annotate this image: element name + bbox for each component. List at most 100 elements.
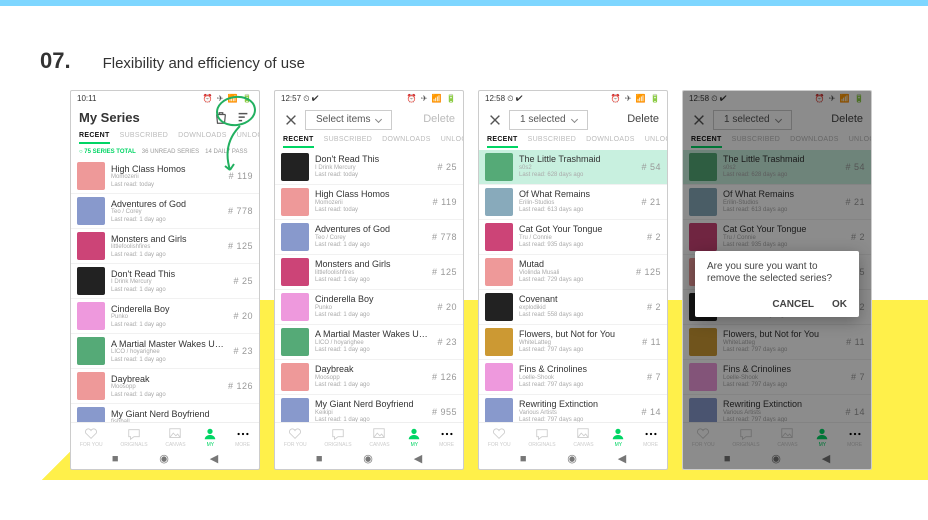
tab-recent[interactable]: RECENT: [691, 136, 722, 148]
chevron-down-icon: [775, 116, 782, 123]
series-row[interactable]: Of What RemainsErilin-StudiosLast read: …: [683, 185, 871, 220]
series-row[interactable]: Cat Got Your TongueTru / ConnieLast read…: [683, 220, 871, 255]
series-row[interactable]: High Class HomosMomozeriiLast read: toda…: [275, 185, 463, 220]
series-author: Teo / Corey: [111, 209, 222, 216]
tab-downloads[interactable]: DOWNLOADS: [382, 136, 431, 148]
select-dropdown[interactable]: 1 selected: [713, 110, 792, 130]
sysnav-recent[interactable]: ■: [316, 453, 323, 466]
nav-more[interactable]: MORE: [847, 427, 862, 448]
series-row[interactable]: Cinderella BoyPunkoLast read: 1 day ago#…: [71, 299, 259, 334]
tab-subscribed[interactable]: SUBSCRIBED: [324, 136, 373, 148]
tab-unlocked[interactable]: UNLOCKED: [849, 136, 872, 148]
nav-originals[interactable]: ORIGINALS: [324, 427, 351, 448]
series-row[interactable]: CovenantexplodikidLast read: 558 days ag…: [479, 290, 667, 325]
series-list[interactable]: High Class HomosMomozeriiLast read: toda…: [71, 159, 259, 422]
series-row[interactable]: Adventures of GodTeo / CoreyLast read: 1…: [71, 194, 259, 229]
close-icon[interactable]: [691, 112, 707, 128]
series-row[interactable]: Monsters and GirlslittlefoolishfiresLast…: [275, 255, 463, 290]
close-icon[interactable]: [487, 112, 503, 128]
nav-originals[interactable]: ORIGINALS: [732, 427, 759, 448]
series-row[interactable]: Adventures of GodTeo / CoreyLast read: 1…: [275, 220, 463, 255]
close-icon[interactable]: [283, 112, 299, 128]
nav-more[interactable]: MORE: [235, 427, 250, 448]
tab-subscribed[interactable]: SUBSCRIBED: [120, 132, 169, 144]
series-row[interactable]: Flowers, but Not for YouWhiteLattegLast …: [683, 325, 871, 360]
tab-unlocked[interactable]: UNLOCKED: [237, 132, 260, 144]
series-row[interactable]: Fins & CrinolinesLoelle-ShookLast read: …: [479, 360, 667, 395]
sysnav-back[interactable]: ◀: [618, 453, 626, 466]
select-dropdown[interactable]: Select items: [305, 110, 392, 130]
series-row[interactable]: Rewriting ExtinctionVarious ArtistsLast …: [479, 395, 667, 422]
series-row[interactable]: MutadViolinda MusaliLast read: 729 days …: [479, 255, 667, 290]
series-row[interactable]: A Martial Master Wakes Up as…LICO / hoya…: [71, 334, 259, 369]
sysnav-recent[interactable]: ■: [520, 453, 527, 466]
sort-icon[interactable]: [235, 110, 251, 126]
tab-recent[interactable]: RECENT: [79, 132, 110, 144]
summary-unread: 36 UNREAD SERIES: [142, 149, 199, 156]
series-row[interactable]: The Little Trashmaids0s2Last read: 628 d…: [683, 150, 871, 185]
tab-recent[interactable]: RECENT: [487, 136, 518, 148]
series-author: Loelle-Shook: [519, 375, 641, 382]
sysnav-back[interactable]: ◀: [210, 453, 218, 466]
trash-icon[interactable]: [213, 110, 229, 126]
nav-canvas[interactable]: CANVAS: [369, 427, 389, 448]
nav-foryou[interactable]: FOR YOU: [692, 427, 715, 448]
series-row[interactable]: Don't Read ThisI Drink MercuryLast read:…: [71, 264, 259, 299]
nav-more[interactable]: MORE: [643, 427, 658, 448]
nav-foryou[interactable]: FOR YOU: [284, 427, 307, 448]
series-row[interactable]: Of What RemainsErilin-StudiosLast read: …: [479, 185, 667, 220]
nav-canvas[interactable]: CANVAS: [777, 427, 797, 448]
series-row[interactable]: Monsters and GirlslittlefoolishfiresLast…: [71, 229, 259, 264]
tab-subscribed[interactable]: SUBSCRIBED: [732, 136, 781, 148]
nav-foryou[interactable]: FOR YOU: [488, 427, 511, 448]
series-row[interactable]: Cinderella BoyPunkoLast read: 1 day ago#…: [275, 290, 463, 325]
tab-recent[interactable]: RECENT: [283, 136, 314, 148]
nav-my[interactable]: MY: [611, 427, 625, 448]
series-row[interactable]: The Little Trashmaids0s2Last read: 628 d…: [479, 150, 667, 185]
sysnav-recent[interactable]: ■: [724, 453, 731, 466]
series-row[interactable]: DaybreakMoosoppLast read: 1 day ago# 126: [275, 360, 463, 395]
nav-more[interactable]: MORE: [439, 427, 454, 448]
nav-canvas[interactable]: CANVAS: [165, 427, 185, 448]
tab-unlocked[interactable]: UNLOCKED: [645, 136, 668, 148]
sysnav-recent[interactable]: ■: [112, 453, 119, 466]
series-row[interactable]: My Giant Nerd BoyfriendKeikipiLast read:…: [275, 395, 463, 422]
series-list[interactable]: Don't Read ThisI Drink MercuryLast read:…: [275, 150, 463, 422]
tab-unlocked[interactable]: UNLOCKED: [441, 136, 464, 148]
series-row[interactable]: High Class HomosMomozeriiLast read: toda…: [71, 159, 259, 194]
sysnav-back[interactable]: ◀: [414, 453, 422, 466]
series-author: s0s2: [723, 165, 839, 172]
sysnav-back[interactable]: ◀: [822, 453, 830, 466]
nav-foryou[interactable]: FOR YOU: [80, 427, 103, 448]
series-row[interactable]: Don't Read ThisI Drink MercuryLast read:…: [275, 150, 463, 185]
series-row[interactable]: Fins & CrinolinesLoelle-ShookLast read: …: [683, 360, 871, 395]
delete-button[interactable]: Delete: [627, 113, 659, 126]
series-row[interactable]: Cat Got Your TongueTru / ConnieLast read…: [479, 220, 667, 255]
series-row[interactable]: DaybreakMoosoppLast read: 1 day ago# 126: [71, 369, 259, 404]
select-bar: Select itemsDelete: [275, 106, 463, 134]
tab-subscribed[interactable]: SUBSCRIBED: [528, 136, 577, 148]
tab-downloads[interactable]: DOWNLOADS: [586, 136, 635, 148]
nav-originals[interactable]: ORIGINALS: [528, 427, 555, 448]
nav-canvas[interactable]: CANVAS: [573, 427, 593, 448]
sysnav-home[interactable]: ◉: [159, 453, 169, 466]
sysnav-home[interactable]: ◉: [771, 453, 781, 466]
series-list[interactable]: The Little Trashmaids0s2Last read: 628 d…: [479, 150, 667, 422]
nav-my[interactable]: MY: [815, 427, 829, 448]
tab-downloads[interactable]: DOWNLOADS: [790, 136, 839, 148]
series-row[interactable]: A Martial Master Wakes Up as…LICO / hoya…: [275, 325, 463, 360]
select-bar: 1 selected Delete: [683, 106, 871, 134]
dialog-cancel[interactable]: CANCEL: [772, 299, 814, 311]
nav-my[interactable]: MY: [203, 427, 217, 448]
series-row[interactable]: Flowers, but Not for YouWhiteLattegLast …: [479, 325, 667, 360]
nav-my[interactable]: MY: [407, 427, 421, 448]
series-row[interactable]: My Giant Nerd BoyfriendfishballLast read…: [71, 404, 259, 422]
sysnav-home[interactable]: ◉: [363, 453, 373, 466]
tab-downloads[interactable]: DOWNLOADS: [178, 132, 227, 144]
dialog-ok[interactable]: OK: [832, 299, 847, 311]
sysnav-home[interactable]: ◉: [567, 453, 577, 466]
select-dropdown[interactable]: 1 selected: [509, 110, 588, 130]
series-row[interactable]: Rewriting ExtinctionVarious ArtistsLast …: [683, 395, 871, 422]
delete-button[interactable]: Delete: [831, 113, 863, 126]
nav-originals[interactable]: ORIGINALS: [120, 427, 147, 448]
